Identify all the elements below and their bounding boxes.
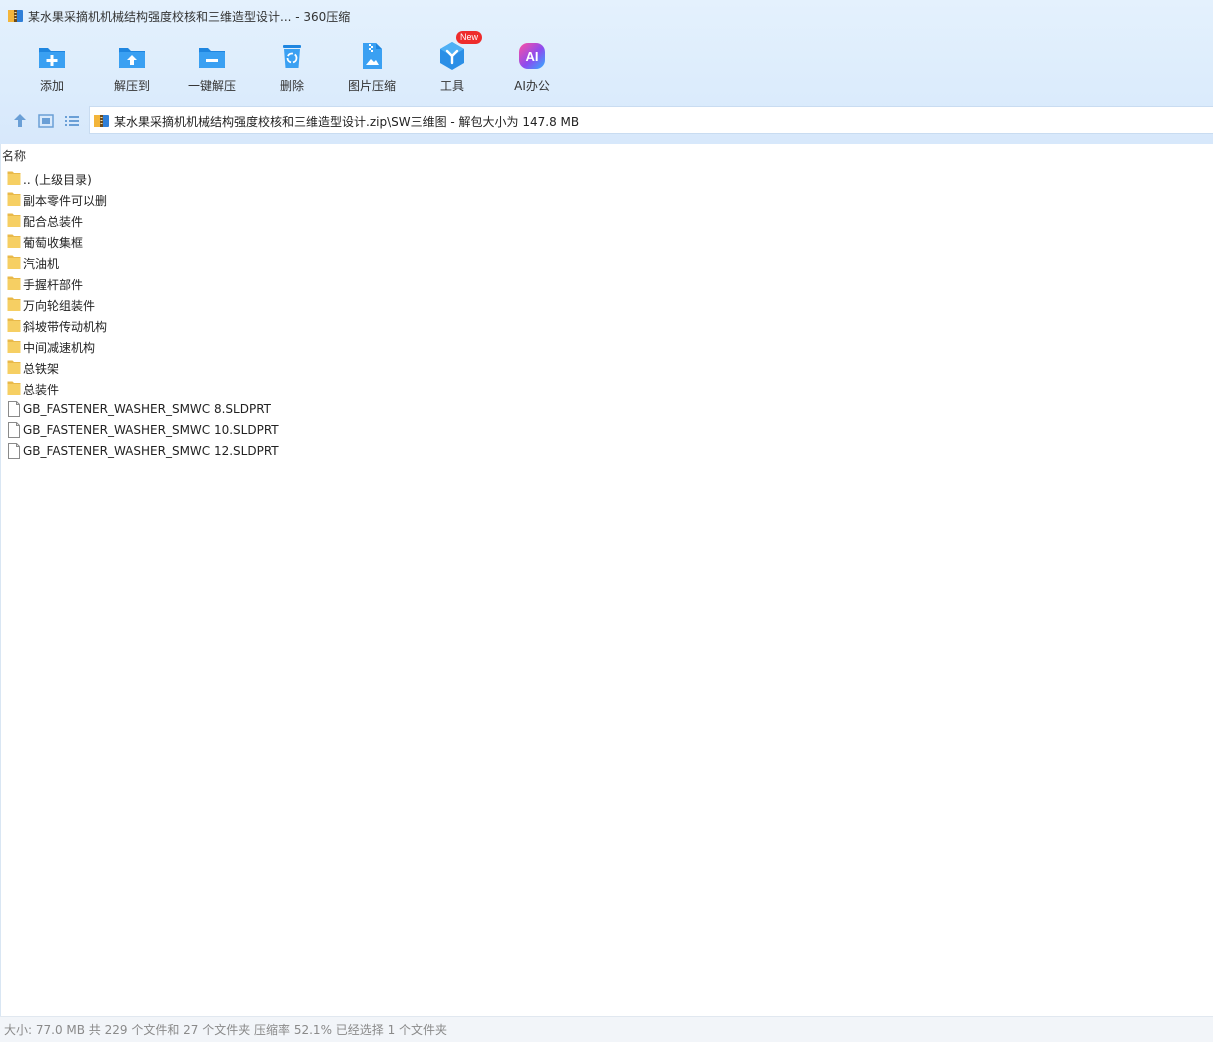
row-name: GB_FASTENER_WASHER_SMWC 8.SLDPRT [23,402,271,416]
title-bar[interactable]: 某水果采摘机机械结构强度校核和三维造型设计... - 360压缩 [0,0,1213,32]
folder-icon [7,318,21,332]
file-row[interactable]: GB_FASTENER_WASHER_SMWC 8.SLDPRT [1,399,601,420]
new-badge: New [456,31,483,44]
add-button[interactable]: 添加 [12,36,92,100]
folder-icon [7,255,21,269]
row-name: 中间减速机构 [23,341,96,355]
archive-file-icon [94,115,109,127]
folder-icon [7,381,21,395]
one-click-extract-icon [199,48,225,68]
folder-row[interactable]: 葡萄收集框 [1,231,601,252]
tools-label: 工具 [439,79,464,93]
folder-icon [7,339,21,353]
ai-office-button[interactable]: AI AI办公 [492,36,572,100]
delete-label: 删除 [279,79,304,93]
row-name: 副本零件可以删 [23,194,108,208]
address-path: 某水果采摘机机械结构强度校核和三维造型设计.zip\SW三维图 - 解包大小为 … [114,115,580,129]
row-name: .. (上级目录) [23,173,92,187]
folder-row[interactable]: 配合总装件 [1,210,601,231]
tools-button[interactable]: New 工具 [412,31,492,100]
app-window: 某水果采摘机机械结构强度校核和三维造型设计... - 360压缩 添加 解压到 … [0,0,1213,1042]
row-name: 总装件 [23,383,60,397]
archive-app-icon [8,10,23,22]
folder-row[interactable]: 斜坡带传动机构 [1,315,601,336]
one-click-extract-label: 一键解压 [187,79,236,93]
folder-row[interactable]: 副本零件可以删 [1,189,601,210]
main-toolbar: 添加 解压到 一键解压 删除 图片压缩 New 工具 AI AI办公 [12,31,572,100]
row-name: GB_FASTENER_WASHER_SMWC 12.SLDPRT [23,444,279,458]
up-arrow-icon[interactable] [11,112,29,130]
top-panel: 某水果采摘机机械结构强度校核和三维造型设计... - 360压缩 添加 解压到 … [0,0,1213,145]
folder-icon [7,171,21,185]
folder-icon [7,192,21,206]
thumbnail-view-icon[interactable] [37,112,55,130]
add-icon [39,48,65,68]
row-name: 万向轮组装件 [23,299,96,313]
extract-to-icon [119,48,145,68]
delete-button[interactable]: 删除 [252,36,332,100]
folder-icon [7,234,21,248]
list-view-icon[interactable] [63,112,81,130]
file-icon [8,422,20,438]
navigation-bar: 某水果采摘机机械结构强度校核和三维造型设计.zip\SW三维图 - 解包大小为 … [0,106,1213,136]
file-row[interactable]: GB_FASTENER_WASHER_SMWC 12.SLDPRT [1,441,601,462]
row-name: 斜坡带传动机构 [23,320,108,334]
image-compress-icon [363,43,382,69]
folder-row[interactable]: 手握杆部件 [1,273,601,294]
column-header-name[interactable]: 名称 [1,147,26,167]
row-name: 汽油机 [23,257,60,271]
folder-row[interactable]: 总铁架 [1,357,601,378]
ai-office-label: AI办公 [514,79,550,93]
address-bar[interactable]: 某水果采摘机机械结构强度校核和三维造型设计.zip\SW三维图 - 解包大小为 … [89,106,1213,134]
image-compress-button[interactable]: 图片压缩 [332,36,412,100]
one-click-extract-button[interactable]: 一键解压 [172,36,252,100]
extract-to-button[interactable]: 解压到 [92,36,172,100]
status-text: 大小: 77.0 MB 共 229 个文件和 27 个文件夹 压缩率 52.1%… [4,1023,448,1037]
row-name: 葡萄收集框 [23,236,84,250]
folder-icon [7,276,21,290]
file-icon [8,443,20,459]
ai-office-icon: AI [519,43,545,69]
extract-to-label: 解压到 [113,79,150,93]
image-compress-label: 图片压缩 [347,79,396,93]
folder-icon [7,297,21,311]
folder-row[interactable]: 汽油机 [1,252,601,273]
file-row[interactable]: GB_FASTENER_WASHER_SMWC 10.SLDPRT [1,420,601,441]
file-icon [8,401,20,417]
delete-icon [283,45,301,68]
folder-row[interactable]: 中间减速机构 [1,336,601,357]
add-label: 添加 [39,79,64,93]
folder-row[interactable]: 万向轮组装件 [1,294,601,315]
tools-icon [440,42,464,70]
window-title: 某水果采摘机机械结构强度校核和三维造型设计... - 360压缩 [28,10,351,24]
folder-row[interactable]: 总装件 [1,378,601,399]
row-name: 总铁架 [23,362,60,376]
folder-row[interactable]: .. (上级目录) [1,168,601,189]
row-name: 手握杆部件 [23,278,84,292]
row-name: 配合总装件 [23,215,84,229]
folder-icon [7,213,21,227]
file-rows: .. (上级目录) 副本零件可以删 配合总装件葡萄收集框汽油机手握杆部件万向轮组装件… [1,168,601,462]
folder-icon [7,360,21,374]
row-name: GB_FASTENER_WASHER_SMWC 10.SLDPRT [23,423,279,437]
file-list: 名称 .. (上级目录) 副本零件可以删 配合总装件葡萄收集框汽油机手握杆部件万向轮… [0,144,1213,1016]
status-bar: 大小: 77.0 MB 共 229 个文件和 27 个文件夹 压缩率 52.1%… [0,1016,1213,1042]
ai-glyph: AI [526,49,539,64]
